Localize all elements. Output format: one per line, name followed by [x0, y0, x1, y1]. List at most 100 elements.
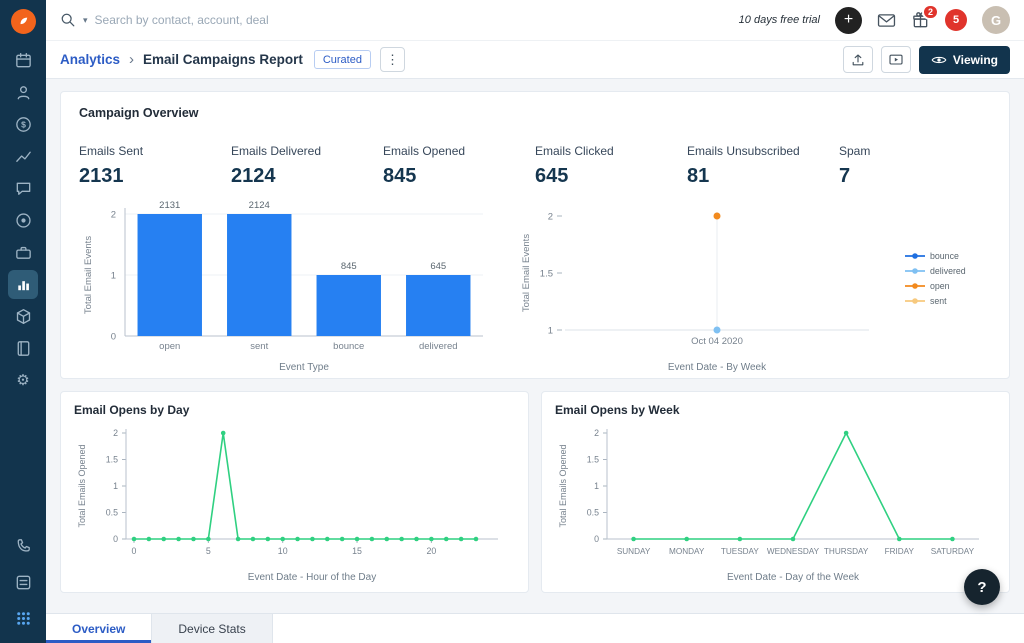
- svg-text:open: open: [159, 341, 180, 352]
- svg-text:10: 10: [278, 546, 288, 556]
- svg-text:delivered: delivered: [419, 341, 458, 352]
- chat-icon[interactable]: [8, 174, 38, 203]
- quick-add-button[interactable]: +: [835, 6, 862, 34]
- metric-label: Emails Sent: [79, 144, 144, 158]
- apps-grid-icon[interactable]: [8, 604, 38, 633]
- svg-text:sent: sent: [930, 296, 947, 306]
- email-opens-by-week-chart: 0 0.5 1 1.5 2 SUNDAY MONDAY TUESDAY WEDNESDAY THU…: [558, 428, 979, 583]
- svg-text:1.5: 1.5: [106, 455, 118, 465]
- more-options-button[interactable]: ⋮: [379, 47, 405, 72]
- phone-icon[interactable]: [8, 532, 38, 561]
- user-avatar[interactable]: G: [982, 6, 1010, 34]
- sidebar: $ ⚙: [0, 0, 46, 643]
- notebook-icon[interactable]: [8, 334, 38, 363]
- svg-text:WEDNESDAY: WEDNESDAY: [767, 547, 820, 556]
- briefcase-icon[interactable]: [8, 238, 38, 267]
- svg-text:20: 20: [426, 546, 436, 556]
- report-content: Campaign Overview Emails Sent 2131 Email…: [46, 79, 1024, 613]
- svg-text:bounce: bounce: [930, 251, 959, 261]
- presentation-button[interactable]: [880, 46, 911, 73]
- export-button[interactable]: [842, 46, 873, 73]
- svg-text:Total Email Events: Total Email Events: [521, 234, 532, 312]
- metric-label: Spam: [839, 144, 871, 158]
- svg-text:Event Type: Event Type: [279, 362, 329, 373]
- trend-chart-icon[interactable]: [8, 142, 38, 171]
- eye-icon: [931, 56, 947, 63]
- metric-label: Emails Unsubscribed: [687, 144, 800, 158]
- page-title: Email Campaigns Report: [143, 52, 303, 67]
- svg-text:2131: 2131: [159, 200, 180, 211]
- email-envelope-icon[interactable]: [877, 13, 896, 28]
- svg-text:2: 2: [113, 428, 118, 438]
- sidebar-bottom: [8, 532, 38, 633]
- whats-new-gift-icon[interactable]: 2: [911, 3, 939, 30]
- svg-text:645: 645: [430, 261, 446, 272]
- trial-countdown: 10 days free trial: [738, 14, 820, 26]
- svg-text:0: 0: [594, 534, 599, 544]
- svg-text:0.5: 0.5: [587, 508, 599, 518]
- svg-text:1.5: 1.5: [587, 455, 599, 465]
- tab-overview[interactable]: Overview: [46, 614, 153, 643]
- svg-text:Total Emails Opened: Total Emails Opened: [77, 444, 87, 527]
- svg-text:1: 1: [548, 326, 553, 337]
- search-scope-caret-icon[interactable]: ▾: [83, 15, 88, 26]
- deals-icon[interactable]: $: [8, 110, 38, 139]
- calendar-icon[interactable]: [8, 46, 38, 75]
- svg-text:$: $: [21, 120, 26, 130]
- email-events-by-week-chart: 1 1.5 2 Oct 04 2020 Event Date - By Week Tota…: [521, 212, 966, 374]
- cube-icon[interactable]: [8, 302, 38, 331]
- svg-text:2: 2: [594, 428, 599, 438]
- main-area: ▾ 10 days free trial + 2 5 G Analytics ›: [46, 0, 1024, 643]
- freshworks-logo-icon[interactable]: [10, 9, 36, 34]
- tab-device-stats[interactable]: Device Stats: [152, 614, 273, 643]
- metric-value: 645: [535, 165, 569, 187]
- plus-icon: +: [843, 11, 854, 28]
- sidebar-nav: $ ⚙: [8, 46, 38, 395]
- metric-emails-unsubscribed: Emails Unsubscribed 81: [687, 144, 839, 188]
- svg-text:1: 1: [113, 481, 118, 491]
- svg-text:2124: 2124: [249, 200, 270, 211]
- report-toolbar: Analytics › Email Campaigns Report Curat…: [46, 41, 1024, 79]
- notifications-badge[interactable]: 5: [945, 9, 967, 31]
- contacts-icon[interactable]: [8, 78, 38, 107]
- campaign-overview-title: Campaign Overview: [79, 106, 199, 120]
- analytics-bars-icon[interactable]: [8, 270, 38, 299]
- svg-text:THURSDAY: THURSDAY: [824, 547, 869, 556]
- metric-emails-sent: Emails Sent 2131: [79, 144, 231, 188]
- email-opens-by-week-card: Email Opens by Week 0 0.5 1 1.5 2 SUNDAY MONDA…: [541, 391, 1010, 593]
- global-search: ▾: [60, 12, 345, 28]
- topbar: ▾ 10 days free trial + 2 5 G: [46, 0, 1024, 41]
- chevron-right-icon: ›: [129, 51, 135, 68]
- svg-text:1.5: 1.5: [540, 269, 553, 280]
- search-icon: [61, 13, 75, 27]
- svg-text:FRIDAY: FRIDAY: [885, 547, 915, 556]
- svg-text:Event Date - Hour of the Day: Event Date - Hour of the Day: [248, 572, 376, 583]
- metric-value: 81: [687, 165, 710, 187]
- launcher-icon[interactable]: [8, 568, 38, 597]
- metric-emails-clicked: Emails Clicked 645: [535, 144, 687, 188]
- metric-label: Emails Delivered: [231, 144, 322, 158]
- svg-text:1: 1: [594, 481, 599, 491]
- metric-spam: Spam 7: [839, 144, 991, 188]
- bottom-charts-row: Email Opens by Day 0 0.5 1 1.5 2 0 5 10 15 20 Even…: [60, 391, 1010, 593]
- svg-text:5: 5: [206, 546, 211, 556]
- viewing-mode-button[interactable]: Viewing: [918, 45, 1010, 74]
- help-button[interactable]: ?: [964, 569, 1000, 605]
- metric-label: Emails Opened: [383, 144, 466, 158]
- svg-text:2: 2: [111, 210, 116, 221]
- search-input[interactable]: [94, 13, 345, 27]
- svg-text:delivered: delivered: [930, 266, 966, 276]
- svg-text:0.5: 0.5: [106, 508, 118, 518]
- report-actions: Viewing: [842, 45, 1010, 74]
- svg-text:1: 1: [111, 271, 116, 282]
- gear-icon[interactable]: ⚙: [8, 366, 38, 395]
- metric-value: 7: [839, 165, 851, 187]
- svg-text:sent: sent: [250, 341, 268, 352]
- metric-value: 2124: [231, 165, 276, 187]
- target-icon[interactable]: [8, 206, 38, 235]
- svg-text:open: open: [930, 281, 950, 291]
- chart-card-title: Email Opens by Day: [74, 403, 190, 417]
- breadcrumb-analytics-link[interactable]: Analytics: [60, 52, 120, 67]
- curated-badge: Curated: [313, 50, 371, 69]
- email-events-bar-chart: 0 1 2 2131 open 2124 sent 845 bounce 645 delivered…: [83, 200, 483, 373]
